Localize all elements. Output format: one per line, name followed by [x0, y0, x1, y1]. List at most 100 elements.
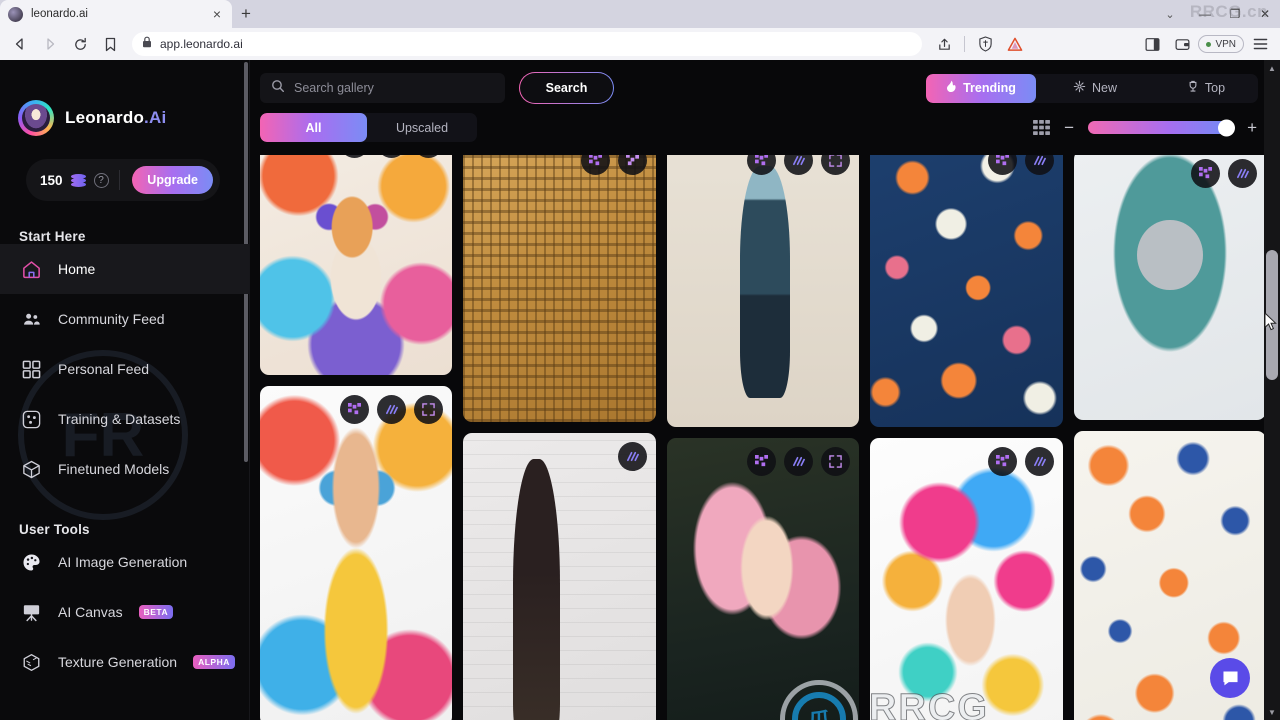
type-tab-group: All Upscaled [260, 113, 477, 142]
vpn-label: VPN [1215, 38, 1236, 50]
sidebar-item-ai-canvas[interactable]: AI Canvas BETA [0, 587, 249, 637]
motion-icon[interactable] [784, 447, 814, 476]
expand-icon[interactable] [414, 395, 444, 424]
expand-icon[interactable] [414, 155, 444, 158]
sidebar-item-training-datasets[interactable]: Training & Datasets [0, 394, 249, 444]
new-tab-button[interactable]: + [232, 0, 260, 28]
sidebar-item-label: Finetuned Models [58, 461, 170, 477]
gallery-card[interactable] [463, 155, 656, 422]
maximize-button[interactable]: ❐ [1220, 0, 1250, 28]
motion-icon[interactable] [377, 395, 407, 424]
token-stack-icon [70, 173, 86, 187]
toolbar-row-search: Search gallery Search Trending New Top [260, 72, 1258, 104]
gallery-column [666, 155, 860, 720]
gallery-card[interactable] [666, 438, 860, 720]
motion-icon[interactable] [617, 155, 647, 175]
flame-icon [946, 80, 957, 96]
motion-icon[interactable] [377, 155, 407, 158]
tab-top[interactable]: Top [1154, 74, 1258, 103]
search-input[interactable]: Search gallery [260, 73, 505, 103]
sidebar-item-texture-generation[interactable]: Texture Generation ALPHA [0, 637, 249, 687]
vpn-button[interactable]: VPN [1198, 35, 1244, 53]
card-actions [340, 395, 444, 424]
brand-logo-row[interactable]: Leonardo.Ai [0, 60, 249, 136]
sidebar-item-personal-feed[interactable]: Personal Feed [0, 344, 249, 394]
address-bar[interactable]: app.leonardo.ai [132, 32, 923, 56]
scrollbar-thumb[interactable] [1266, 250, 1278, 380]
motion-icon[interactable] [1228, 159, 1258, 188]
tab-close-icon[interactable]: × [210, 7, 224, 21]
browser-tab[interactable]: leonardo.ai × [0, 0, 232, 28]
page-scrollbar[interactable]: ▲ ▼ [1264, 60, 1280, 720]
intercom-chat-icon[interactable] [1210, 658, 1250, 698]
gallery-card[interactable] [666, 155, 860, 427]
tab-trending[interactable]: Trending [926, 73, 1036, 103]
app-sidebar: FR Leonardo.Ai 150 ? Upgrade Start Here [0, 60, 250, 720]
zoom-slider-knob[interactable] [1218, 119, 1236, 136]
hamburger-menu-icon[interactable] [1246, 30, 1274, 58]
brave-leo-ai-icon[interactable] [1001, 30, 1029, 58]
tab-all[interactable]: All [260, 113, 367, 142]
grid-density-icon[interactable] [1033, 120, 1051, 135]
sidebar-item-label: Community Feed [58, 311, 165, 327]
tab-upscaled[interactable]: Upscaled [367, 113, 477, 142]
grid-squares-icon [20, 358, 42, 380]
motion-icon[interactable] [1024, 447, 1054, 476]
remix-icon[interactable] [747, 155, 777, 175]
zoom-in-button[interactable]: + [1247, 119, 1257, 136]
tab-new[interactable]: New [1036, 74, 1154, 103]
main-content: Search gallery Search Trending New Top A… [250, 60, 1280, 720]
gallery-card[interactable] [870, 438, 1063, 720]
sidebar-section-heading-start: Start Here [19, 229, 86, 244]
sidebar-item-home[interactable]: Home [0, 244, 249, 294]
forward-button[interactable] [36, 30, 64, 58]
brave-shield-icon[interactable] [971, 30, 999, 58]
credits-divider [118, 170, 120, 190]
gallery-card[interactable] [1073, 155, 1266, 420]
upgrade-button[interactable]: Upgrade [132, 166, 213, 194]
people-group-icon [20, 308, 42, 330]
sidebar-item-finetuned-models[interactable]: Finetuned Models [0, 444, 249, 494]
sidebar-panel-icon[interactable] [1138, 30, 1166, 58]
texture-cube-icon [20, 651, 42, 673]
scroll-up-arrow[interactable]: ▲ [1264, 60, 1280, 76]
help-circle-icon[interactable]: ? [93, 172, 109, 188]
remix-icon[interactable] [340, 155, 370, 158]
remix-icon[interactable] [987, 155, 1017, 175]
remix-icon[interactable] [1191, 159, 1221, 188]
motion-icon[interactable] [1024, 155, 1054, 175]
gallery-card[interactable] [870, 155, 1063, 427]
sidebar-item-ai-image-generation[interactable]: AI Image Generation [0, 537, 249, 587]
remix-icon[interactable] [580, 155, 610, 175]
sidebar-item-label: Training & Datasets [58, 411, 181, 427]
minimize-button[interactable]: — [1190, 0, 1220, 28]
toolbar-row-filters: All Upscaled − + [260, 113, 1258, 142]
tab-label: Trending [963, 81, 1016, 95]
chevron-down-icon[interactable]: ⌄ [1150, 0, 1190, 28]
gallery-card[interactable] [260, 386, 453, 720]
expand-icon[interactable] [821, 155, 851, 175]
remix-icon[interactable] [987, 447, 1017, 476]
scroll-down-arrow[interactable]: ▼ [1264, 704, 1280, 720]
vpn-status-dot [1206, 41, 1212, 47]
share-icon[interactable] [930, 30, 958, 58]
remix-icon[interactable] [340, 395, 370, 424]
tab-favicon-icon [8, 6, 23, 22]
bookmark-icon[interactable] [96, 30, 124, 58]
reload-button[interactable] [66, 30, 94, 58]
gallery-column [1073, 155, 1266, 720]
gallery-card[interactable] [260, 155, 453, 375]
close-window-button[interactable]: ✕ [1250, 0, 1280, 28]
home-icon [20, 258, 42, 280]
search-button[interactable]: Search [519, 72, 614, 104]
motion-icon[interactable] [617, 442, 647, 471]
sidebar-item-community-feed[interactable]: Community Feed [0, 294, 249, 344]
zoom-slider[interactable] [1088, 119, 1236, 136]
back-button[interactable] [6, 30, 34, 58]
expand-icon[interactable] [821, 447, 851, 476]
motion-icon[interactable] [784, 155, 814, 175]
zoom-out-button[interactable]: − [1064, 119, 1074, 136]
brave-wallet-icon[interactable] [1168, 30, 1196, 58]
gallery-card[interactable] [463, 433, 656, 720]
remix-icon[interactable] [747, 447, 777, 476]
